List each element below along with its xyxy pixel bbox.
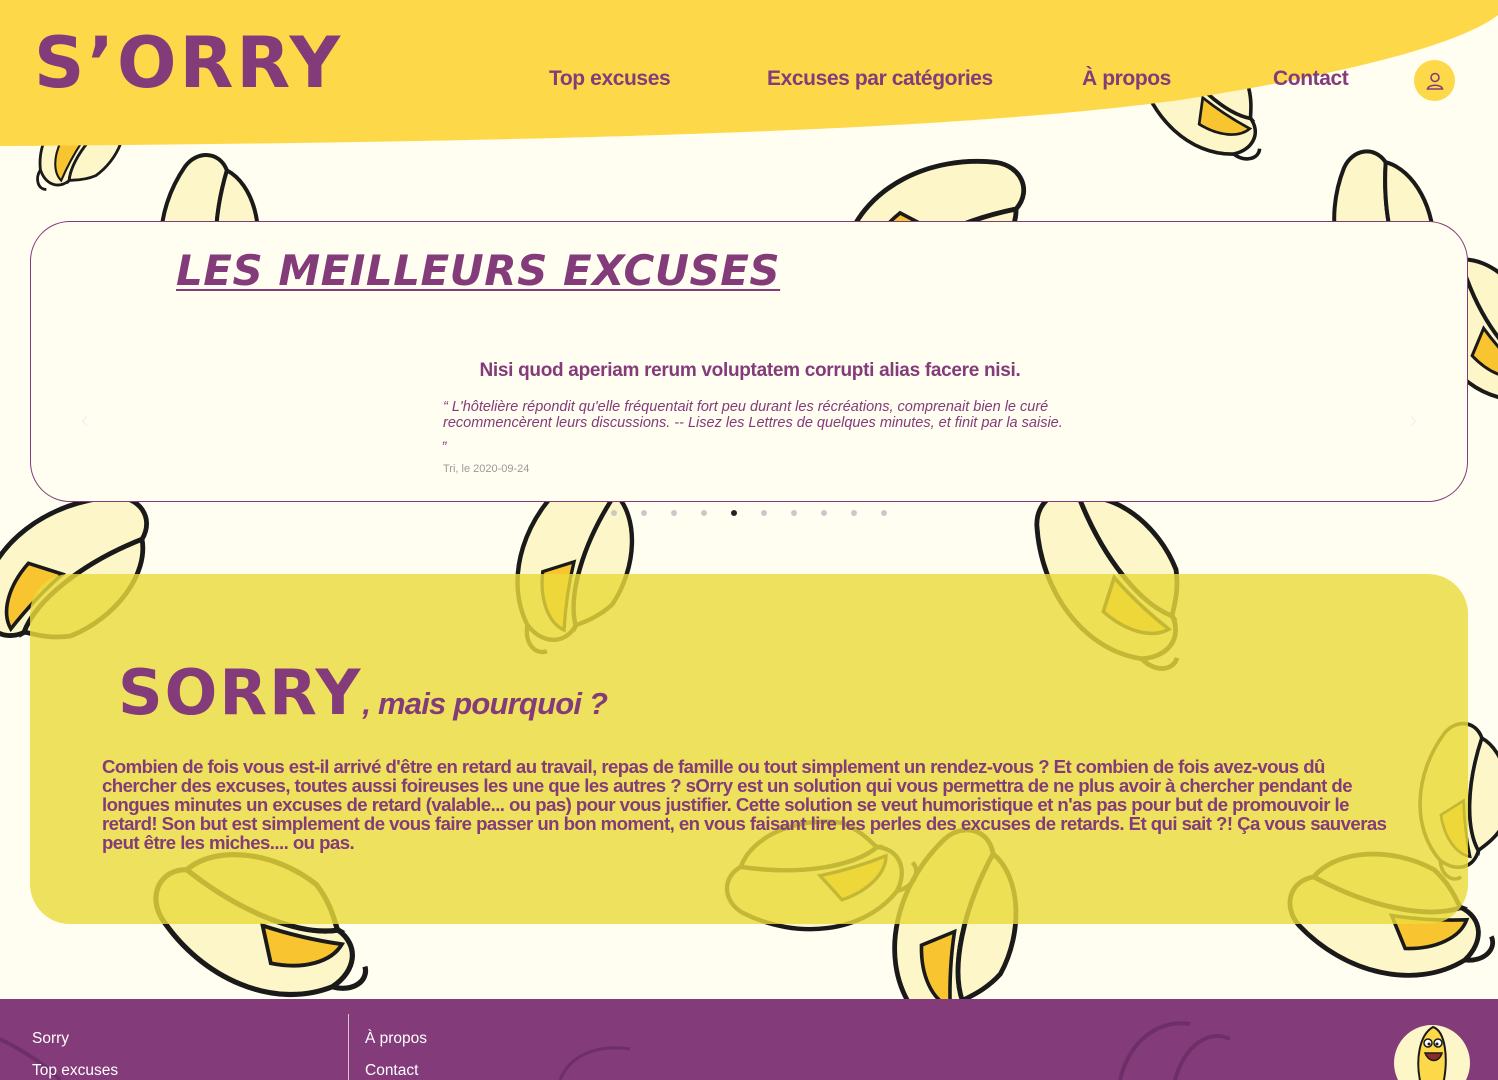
footer-link-top-excuses[interactable]: Top excuses [32,1062,118,1080]
carousel-dot[interactable] [701,510,707,516]
carousel-dot[interactable] [821,510,827,516]
excuse-date: Tri, le 2020-09-24 [443,463,530,475]
user-account-button[interactable] [1414,60,1455,101]
footer-banana-pattern [0,1021,1231,1080]
carousel-dot[interactable] [851,510,857,516]
user-icon [1426,72,1443,90]
carousel-dot[interactable] [791,510,797,516]
carousel-dot[interactable] [761,510,767,516]
carousel-dot[interactable] [881,510,887,516]
footer-divider [348,1014,349,1080]
carousel-dot[interactable] [611,510,617,516]
carousel-dot[interactable] [641,510,647,516]
about-text: Combien de fois vous est-il arrivé d'êtr… [102,756,1387,853]
best-excuses-heading: LES MEILLEURS EXCUSES [176,246,781,295]
chevron-left-icon[interactable]: ‹ [81,407,88,433]
nav-contact[interactable]: Contact [1273,67,1349,91]
about-heading: SORRY, mais pourquoi ? [118,656,608,729]
site-footer: Sorry Top excuses À propos Contact [0,999,1498,1080]
footer-link-sorry[interactable]: Sorry [32,1030,69,1048]
nav-a-propos[interactable]: À propos [1082,67,1171,91]
nav-top-excuses[interactable]: Top excuses [549,67,671,91]
site-logo[interactable]: S’ORRY [34,28,343,98]
excuse-quote: “ L'hôtelière répondit qu'elle fréquenta… [443,399,1063,447]
about-heading-subtitle: , mais pourquoi ? [362,686,608,721]
best-excuses-carousel: LES MEILLEURS EXCUSES ‹ › Nisi quod aper… [30,221,1468,502]
footer-link-contact[interactable]: Contact [365,1062,418,1080]
banana-mascot-icon [1394,1025,1470,1080]
nav-excuses-par-categories[interactable]: Excuses par catégories [767,67,993,91]
carousel-dot[interactable] [671,510,677,516]
about-section: SORRY, mais pourquoi ? Combien de fois v… [30,574,1468,924]
footer-link-a-propos[interactable]: À propos [365,1030,427,1048]
about-heading-brand: SORRY [118,656,363,729]
chevron-right-icon[interactable]: › [1410,407,1417,433]
carousel-dot-active[interactable] [731,510,737,516]
excuse-title[interactable]: Nisi quod aperiam rerum voluptatem corru… [31,360,1469,382]
